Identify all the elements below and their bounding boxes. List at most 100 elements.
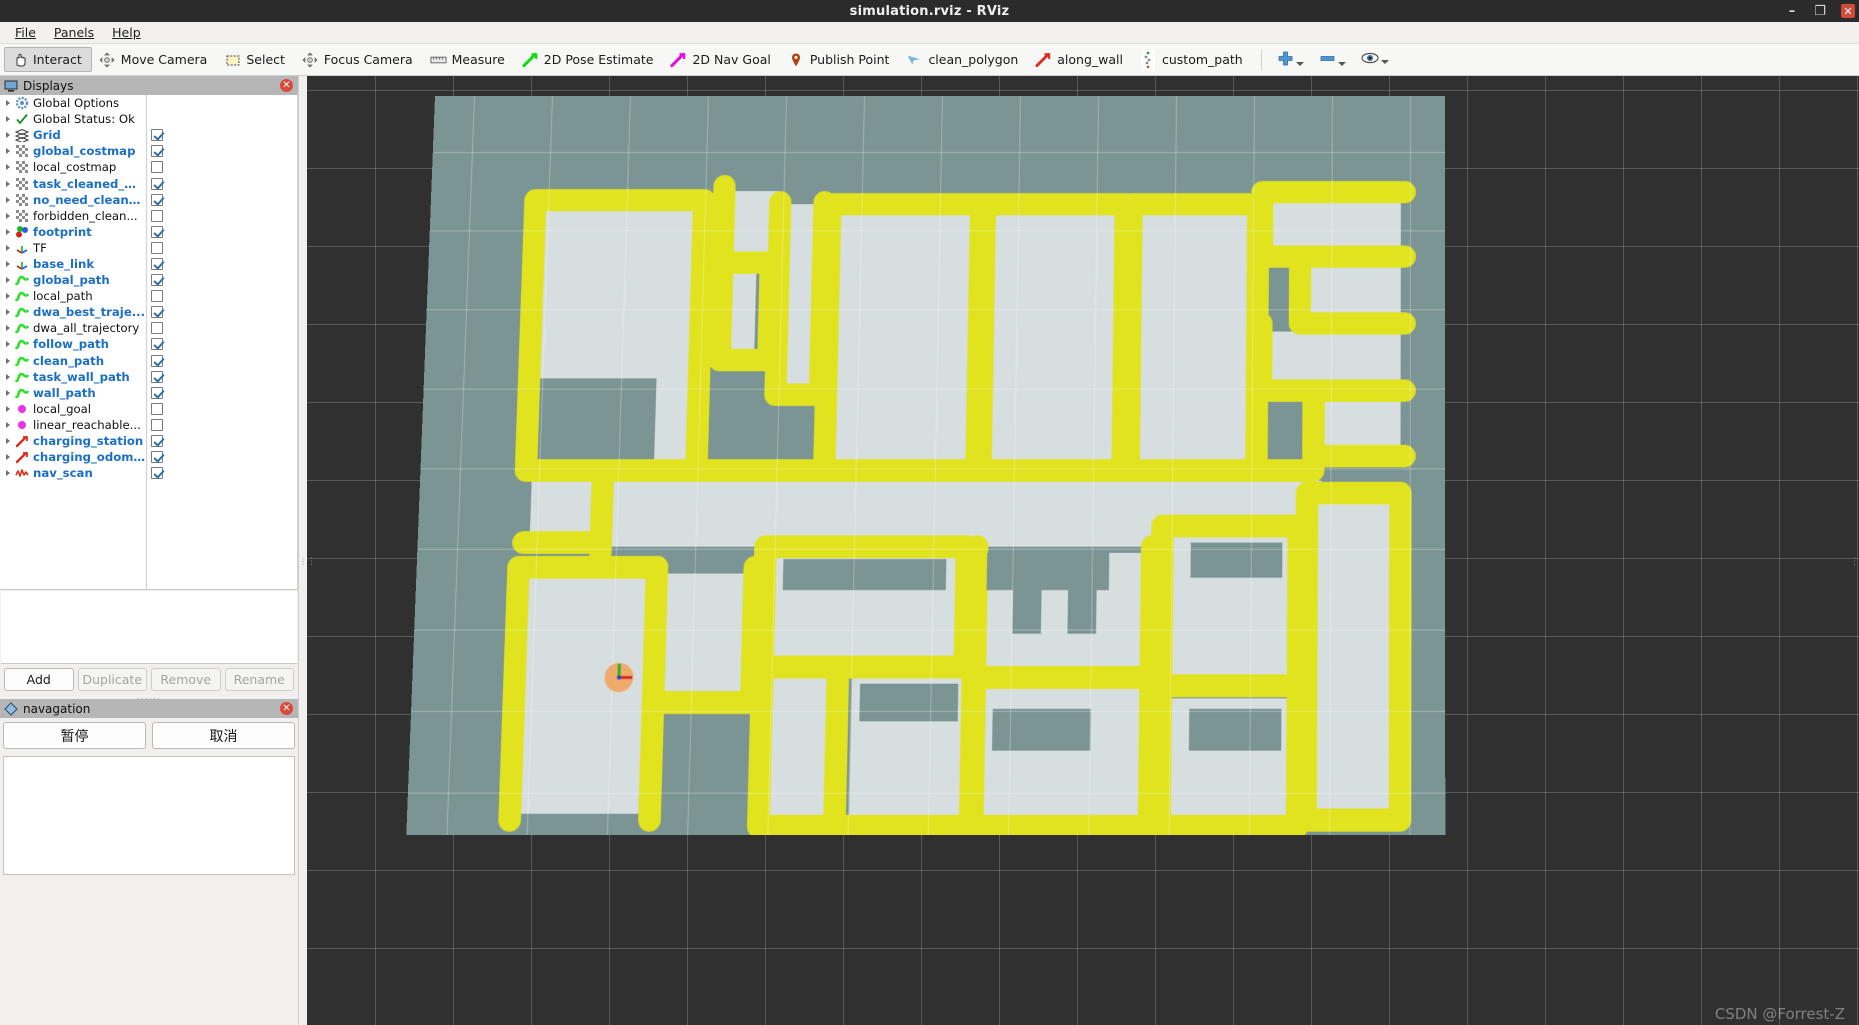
display-item-grid-enabled-cell[interactable] xyxy=(147,127,297,143)
display-item-global-costmap-enabled-cell[interactable] xyxy=(147,143,297,159)
display-item-linear-reachable-enabled-cell[interactable] xyxy=(147,417,297,433)
display-item-local-path[interactable]: local_path xyxy=(0,288,146,304)
navigation-panel-close-icon[interactable]: ✕ xyxy=(280,702,293,715)
display-item-charging-station-enabled-cell[interactable] xyxy=(147,433,297,449)
display-item-charging-odom[interactable]: charging_odom_... xyxy=(0,449,146,465)
expand-arrow-icon[interactable] xyxy=(1,293,14,299)
display-item-forbidden-clean[interactable]: forbidden_clean... xyxy=(0,208,146,224)
display-item-footprint[interactable]: footprint xyxy=(0,224,146,240)
expand-arrow-icon[interactable] xyxy=(1,374,14,380)
checkbox-checked-icon[interactable] xyxy=(151,467,163,480)
menu-panels[interactable]: Panels xyxy=(45,23,103,42)
tool-move-camera[interactable]: Move Camera xyxy=(92,47,218,72)
checkbox-unchecked-icon[interactable] xyxy=(151,418,163,431)
expand-arrow-icon[interactable] xyxy=(1,197,14,203)
display-item-global-path[interactable]: global_path xyxy=(0,272,146,288)
display-item-follow-path-enabled-cell[interactable] xyxy=(147,336,297,352)
rename-display-button[interactable]: Rename xyxy=(224,667,294,691)
display-item-task-wall-path-enabled-cell[interactable] xyxy=(147,369,297,385)
checkbox-checked-icon[interactable] xyxy=(151,370,163,383)
tool-publish-point[interactable]: Publish Point xyxy=(781,47,900,72)
checkbox-unchecked-icon[interactable] xyxy=(151,402,163,415)
display-item-dwa-all-trajectory[interactable]: dwa_all_trajectory xyxy=(0,320,146,336)
checkbox-checked-icon[interactable] xyxy=(151,177,163,190)
display-item-local-costmap-enabled-cell[interactable] xyxy=(147,159,297,175)
menu-file[interactable]: File xyxy=(6,23,45,42)
display-item-global-costmap[interactable]: global_costmap xyxy=(0,143,146,159)
expand-arrow-icon[interactable] xyxy=(1,454,14,460)
checkbox-checked-icon[interactable] xyxy=(151,338,163,351)
display-item-linear-reachable[interactable]: linear_reachable... xyxy=(0,417,146,433)
duplicate-display-button[interactable]: Duplicate xyxy=(77,667,147,691)
remove-display-button[interactable]: Remove xyxy=(151,667,221,691)
checkbox-checked-icon[interactable] xyxy=(151,257,163,270)
pause-button[interactable]: 暂停 xyxy=(3,722,146,749)
expand-arrow-icon[interactable] xyxy=(1,229,14,235)
display-item-clean-path[interactable]: clean_path xyxy=(0,353,146,369)
display-item-wall-path-enabled-cell[interactable] xyxy=(147,385,297,401)
displays-panel-close-icon[interactable]: ✕ xyxy=(280,79,293,92)
maximize-icon[interactable]: ❐ xyxy=(1813,4,1827,18)
checkbox-checked-icon[interactable] xyxy=(151,435,163,448)
tool-measure[interactable]: Measure xyxy=(423,47,515,72)
checkbox-unchecked-icon[interactable] xyxy=(151,209,163,222)
display-item-charging-station[interactable]: charging_station xyxy=(0,433,146,449)
expand-arrow-icon[interactable] xyxy=(1,470,14,476)
checkbox-checked-icon[interactable] xyxy=(151,129,163,142)
display-item-dwa-best-traje-enabled-cell[interactable] xyxy=(147,304,297,320)
display-item-base-link[interactable]: base_link xyxy=(0,256,146,272)
expand-arrow-icon[interactable] xyxy=(1,181,14,187)
display-item-nav-scan-enabled-cell[interactable] xyxy=(147,465,297,481)
display-item-charging-odom-enabled-cell[interactable] xyxy=(147,449,297,465)
horizontal-splitter[interactable]: ⋮ xyxy=(299,76,307,1025)
tool-clean-polygon[interactable]: clean_polygon xyxy=(899,47,1028,72)
minimize-icon[interactable]: – xyxy=(1785,4,1799,18)
tool-custom-path[interactable]: custom_path xyxy=(1133,47,1253,72)
display-item-forbidden-clean-enabled-cell[interactable] xyxy=(147,208,297,224)
display-item-no-need-clean-enabled-cell[interactable] xyxy=(147,192,297,208)
expand-arrow-icon[interactable] xyxy=(1,245,14,251)
display-item-grid[interactable]: Grid xyxy=(0,127,146,143)
checkbox-checked-icon[interactable] xyxy=(151,354,163,367)
close-icon[interactable]: ✕ xyxy=(1841,4,1855,18)
display-item-global-status-ok[interactable]: Global Status: Ok xyxy=(0,111,146,127)
display-item-tf[interactable]: TF xyxy=(0,240,146,256)
expand-arrow-icon[interactable] xyxy=(1,261,14,267)
tool-2d-pose-estimate[interactable]: 2D Pose Estimate xyxy=(515,47,664,72)
expand-arrow-icon[interactable] xyxy=(1,116,14,122)
expand-arrow-icon[interactable] xyxy=(1,358,14,364)
expand-arrow-icon[interactable] xyxy=(1,213,14,219)
checkbox-unchecked-icon[interactable] xyxy=(151,322,163,335)
display-item-local-costmap[interactable]: local_costmap xyxy=(0,159,146,175)
checkbox-checked-icon[interactable] xyxy=(151,225,163,238)
checkbox-checked-icon[interactable] xyxy=(151,274,163,287)
display-item-base-link-enabled-cell[interactable] xyxy=(147,256,297,272)
tool-focus-camera[interactable]: Focus Camera xyxy=(295,47,423,72)
cancel-button[interactable]: 取消 xyxy=(152,722,295,749)
checkbox-checked-icon[interactable] xyxy=(151,193,163,206)
checkbox-checked-icon[interactable] xyxy=(151,451,163,464)
display-item-dwa-all-trajectory-enabled-cell[interactable] xyxy=(147,320,297,336)
expand-arrow-icon[interactable] xyxy=(1,132,14,138)
display-item-no-need-clean[interactable]: no_need_clean_... xyxy=(0,192,146,208)
tool-2d-nav-goal[interactable]: 2D Nav Goal xyxy=(663,47,780,72)
expand-arrow-icon[interactable] xyxy=(1,148,14,154)
display-item-task-cleaned-map[interactable]: task_cleaned_map xyxy=(0,175,146,191)
checkbox-unchecked-icon[interactable] xyxy=(151,290,163,303)
display-item-tf-enabled-cell[interactable] xyxy=(147,240,297,256)
tool-along-wall[interactable]: along_wall xyxy=(1028,47,1133,72)
expand-arrow-icon[interactable] xyxy=(1,422,14,428)
display-item-nav-scan[interactable]: nav_scan xyxy=(0,465,146,481)
menu-help[interactable]: Help xyxy=(103,23,150,42)
left-view-resize-grip[interactable]: ⋮ xyxy=(307,557,316,567)
checkbox-checked-icon[interactable] xyxy=(151,145,163,158)
display-item-local-goal[interactable]: local_goal xyxy=(0,401,146,417)
expand-arrow-icon[interactable] xyxy=(1,277,14,283)
display-item-local-path-enabled-cell[interactable] xyxy=(147,288,297,304)
expand-arrow-icon[interactable] xyxy=(1,390,14,396)
checkbox-unchecked-icon[interactable] xyxy=(151,241,163,254)
display-item-task-cleaned-map-enabled-cell[interactable] xyxy=(147,175,297,191)
display-item-wall-path[interactable]: wall_path xyxy=(0,385,146,401)
navigation-log-textarea[interactable] xyxy=(3,756,295,875)
tool-properties-button[interactable] xyxy=(1354,48,1397,71)
